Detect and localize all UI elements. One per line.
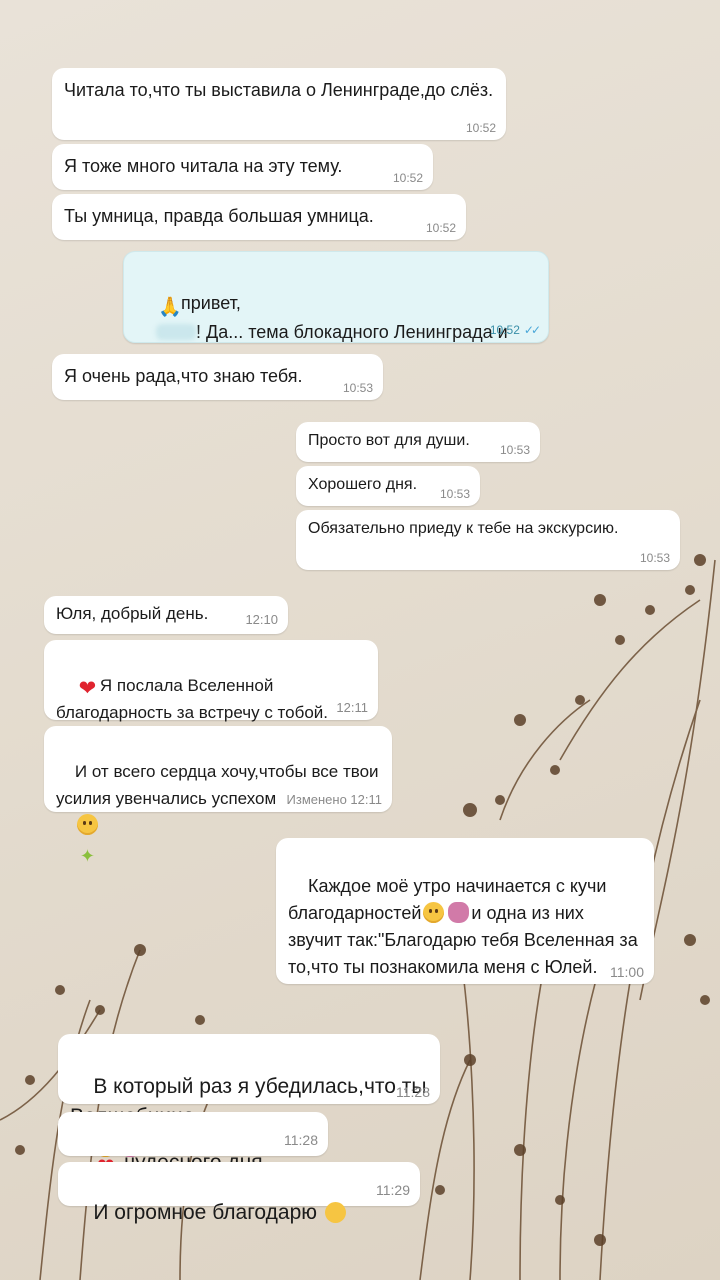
winking-face-icon [324,1202,346,1223]
message-text: Каждое моё утро начинается с кучи благод… [288,846,642,1008]
message-time: 10:53 [639,551,670,565]
message-text: Ты умница, правда большая умница. [64,206,374,226]
message-time: 12:10 [245,612,278,627]
message-time: 10:52 [392,171,423,185]
message-bubble-incoming[interactable]: ❤ чудесного дня 11:28 [58,1112,328,1177]
smiling-face-icon [423,902,445,923]
message-time-value: 10:52 [489,323,520,337]
message-bubble-outgoing[interactable]: 🙏привет, ! Да... тема блокадного Ленингр… [123,251,549,400]
message-bubble-incoming[interactable]: ❤ Я послала Вселенной благодарность за вс… [44,640,378,722]
heart-icon: ❤ [78,677,97,700]
message-time: 10:52 ✓✓ [489,322,541,338]
message-bubble-outgoing[interactable]: Хорошего дня. 10:53 [296,466,480,506]
message-bubble-incoming[interactable]: Читала то,что ты выставила о Ленинграде,… [52,68,506,140]
message-text: 🙏привет, ! Да... тема блокадного Ленингр… [136,260,536,434]
message-time: 11:28 [396,1084,430,1100]
message-bubble-outgoing[interactable]: Обязательно приеду к тебе на экскурсию. … [296,510,680,570]
message-bubble-incoming[interactable]: В который раз я убедилась,что ты Волшебн… [58,1034,440,1157]
message-text: Я тоже много читала на эту тему. [64,156,343,176]
message-text-part: И огромное благодарю [93,1201,317,1224]
message-time: Изменено 12:11 [286,792,382,807]
message-time: 10:53 [342,381,373,395]
message-time: 10:53 [439,487,470,501]
message-time: 11:28 [284,1132,318,1148]
smiling-face-icon [76,814,98,835]
message-text: Обязательно приеду к тебе на экскурсию. [308,520,619,537]
double-check-icon: ✓✓ [523,323,541,337]
message-time: 11:00 [610,964,644,980]
message-text: Юля, добрый день. [56,604,209,623]
message-text-part: привет, [181,293,241,313]
message-time: 10:53 [499,443,530,457]
message-time: 10:52 [425,221,456,235]
message-text: И огромное благодарю [70,1168,360,1258]
redacted-name [156,324,197,340]
message-bubble-incoming[interactable]: Я тоже много читала на эту тему. 10:52 [52,144,433,190]
fairy-icon: ✦ [79,846,95,866]
message-text: Хорошего дня. [308,476,418,493]
message-text: Я очень рада,что знаю тебя. [64,366,303,386]
message-bubble-incoming[interactable]: Юля, добрый день. 12:10 [44,596,288,634]
message-time: 10:52 [465,121,496,135]
message-bubble-incoming[interactable]: И от всего сердца хочу,чтобы все твои ус… [44,726,392,866]
message-bubble-outgoing[interactable]: Просто вот для души. 10:53 [296,422,540,462]
message-time: 12:11 [336,700,368,715]
message-text: Читала то,что ты выставила о Ленинграде,… [64,80,494,100]
message-text: Просто вот для души. [308,432,470,449]
message-bubble-incoming[interactable]: Я очень рада,что знаю тебя. 10:53 [52,354,383,400]
message-bubble-incoming[interactable]: И огромное благодарю 11:29 [58,1162,420,1224]
person-shrugging-icon [448,902,470,923]
message-bubble-incoming[interactable]: Ты умница, правда большая умница. 10:52 [52,194,466,240]
praying-hands-icon: 🙏 [158,297,182,318]
message-bubble-outgoing[interactable]: Каждое моё утро начинается с кучи благод… [276,838,654,984]
message-time: 11:29 [376,1182,410,1198]
